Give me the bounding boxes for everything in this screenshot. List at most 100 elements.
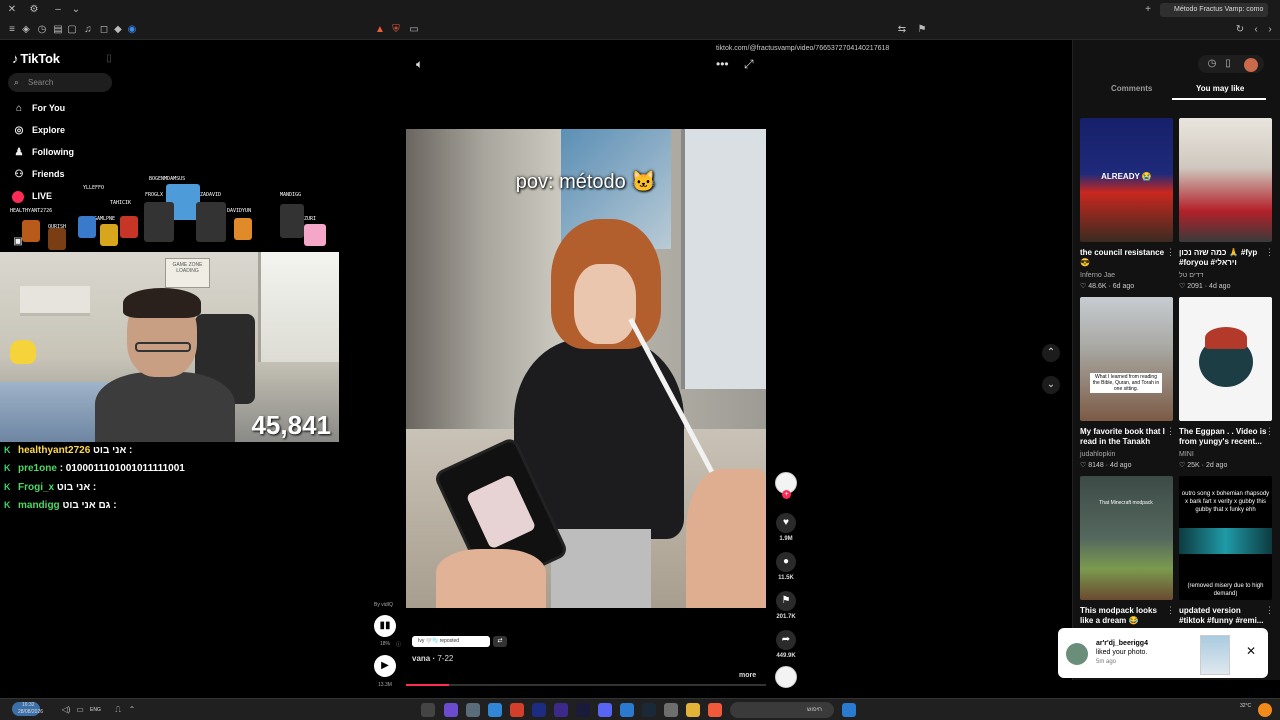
clock-date[interactable]: 28/08/2026: [18, 709, 43, 715]
tray-overflow-icon[interactable]: ⌃: [126, 704, 138, 716]
share-action[interactable]: ➦ 449.9K: [776, 630, 796, 659]
card-more-icon[interactable]: ⋮: [1166, 247, 1175, 258]
like-notification[interactable]: ar'r'dj_beerigg4 liked your photo. 5m ag…: [1058, 628, 1268, 678]
tab-comments[interactable]: Comments: [1111, 84, 1152, 93]
like-action[interactable]: ♥ 1.9M: [776, 513, 796, 542]
nav-explore[interactable]: ◎ Explore: [12, 123, 65, 137]
forward-icon[interactable]: ›: [1264, 24, 1276, 36]
comment-action[interactable]: ● 11.5K: [776, 552, 796, 581]
app-icon[interactable]: [576, 703, 590, 717]
app-icon[interactable]: [444, 703, 458, 717]
play-button[interactable]: ▶: [374, 655, 396, 677]
folder-icon[interactable]: [686, 703, 700, 717]
music-disc-avatar[interactable]: [775, 666, 797, 688]
comment-icon[interactable]: ●: [776, 552, 796, 572]
card-more-icon[interactable]: ⋮: [1166, 605, 1175, 616]
app-icon[interactable]: [620, 703, 634, 717]
video-card-thumbnail[interactable]: ALREADY 😭: [1080, 118, 1173, 242]
app-icon[interactable]: [664, 703, 678, 717]
diamond-icon[interactable]: ◆: [112, 24, 124, 36]
follow-plus-icon[interactable]: +: [782, 490, 791, 499]
clock-icon[interactable]: ◷: [1206, 58, 1218, 70]
video-card-thumbnail[interactable]: [1179, 118, 1272, 242]
tab-you-may-like[interactable]: You may like: [1196, 84, 1244, 93]
back-icon[interactable]: ‹: [1250, 24, 1262, 36]
video-card-title[interactable]: כמה שזה נכון 🙏 #fyp #foryou #ויראלי: [1179, 248, 1267, 268]
video-card-title[interactable]: updated version #tiktok #funny #remi...: [1179, 606, 1267, 626]
nav-for-you[interactable]: ⌂ For You: [12, 101, 65, 115]
minimize-icon[interactable]: –: [52, 4, 64, 16]
discord-icon[interactable]: [598, 703, 612, 717]
creator-avatar[interactable]: +: [775, 472, 797, 499]
volume-icon[interactable]: 🔈︎: [416, 57, 423, 72]
more-options-icon[interactable]: •••: [716, 57, 729, 71]
app-icon[interactable]: [554, 703, 568, 717]
start-icon[interactable]: [842, 703, 856, 717]
video-card-title[interactable]: the council resistance 😎: [1080, 248, 1168, 268]
app-icon[interactable]: [488, 703, 502, 717]
shield-icon[interactable]: ◈: [20, 24, 32, 36]
app-icon[interactable]: [510, 703, 524, 717]
video-author-line[interactable]: vana · 7-22: [412, 654, 453, 663]
next-video-button[interactable]: ⌄: [1042, 376, 1060, 394]
volume-tray-icon[interactable]: ◁): [60, 704, 72, 716]
repost-icon[interactable]: ⇄: [493, 636, 507, 647]
video-card-title[interactable]: My favorite book that I read in the Tana…: [1080, 427, 1168, 447]
card-more-icon[interactable]: ⋮: [1265, 247, 1274, 258]
share-icon[interactable]: ➦: [776, 630, 796, 650]
profile-avatar[interactable]: [1244, 58, 1258, 72]
tiktok-logo[interactable]: ♪ TikTok: [12, 51, 60, 66]
video-card-author[interactable]: Inferno Jae: [1080, 272, 1115, 279]
app-icon[interactable]: [466, 703, 480, 717]
more-link[interactable]: more: [739, 672, 756, 679]
tabs-icon[interactable]: ▢: [66, 24, 78, 36]
heart-icon[interactable]: ♥: [776, 513, 796, 533]
bookmark-icon[interactable]: ⚑: [776, 591, 796, 611]
video-card-thumbnail[interactable]: What I learned from reading the Bible, Q…: [1080, 297, 1173, 421]
video-player[interactable]: pov: método 🐱: [406, 129, 766, 608]
card-more-icon[interactable]: ⋮: [1265, 605, 1274, 616]
extension-icon[interactable]: ◉: [126, 24, 138, 36]
search-input[interactable]: ⌕ Search: [8, 73, 112, 92]
mic-tray-icon[interactable]: ⎍: [112, 704, 124, 716]
close-window-icon[interactable]: ✕: [6, 4, 18, 16]
music-icon[interactable]: ♫: [82, 24, 94, 36]
video-card-title[interactable]: The Eggpan . . Video is from yungy's rec…: [1179, 427, 1267, 447]
video-card-author[interactable]: judahlopkin: [1080, 451, 1115, 458]
info-icon[interactable]: ⓘ: [396, 641, 401, 648]
history-icon[interactable]: ◷: [36, 24, 48, 36]
warning-icon[interactable]: ▲: [374, 24, 386, 36]
cast-icon[interactable]: ▭: [408, 24, 420, 36]
network-tray-icon[interactable]: ▭: [74, 704, 86, 716]
close-icon[interactable]: ✕: [1246, 644, 1256, 658]
brave-shield-icon[interactable]: ⛨: [390, 24, 402, 36]
settings-icon[interactable]: ⚙: [28, 4, 40, 16]
video-card-thumbnail[interactable]: outro song x bohemian rhapsody x bark fa…: [1179, 476, 1272, 600]
chevron-down-icon[interactable]: ⌄: [70, 4, 82, 16]
fullscreen-icon[interactable]: ⤢: [744, 57, 754, 72]
new-tab-icon[interactable]: +: [1142, 4, 1154, 16]
video-card-title[interactable]: This modpack looks like a dream 😂 #minec…: [1080, 606, 1168, 626]
url-field[interactable]: tiktok.com/@fractusvamp/video/7665372704…: [716, 45, 889, 52]
app-icon[interactable]: [532, 703, 546, 717]
save-action[interactable]: ⚑ 201.7K: [776, 591, 796, 620]
video-card-thumbnail[interactable]: [1179, 297, 1272, 421]
device-icon[interactable]: ▯: [1222, 58, 1234, 70]
card-more-icon[interactable]: ⋮: [1265, 426, 1274, 437]
menu-icon[interactable]: ≡: [6, 24, 18, 36]
brave-icon[interactable]: [708, 703, 722, 717]
language-indicator[interactable]: ENG: [90, 707, 101, 713]
video-card-author[interactable]: MINI: [1179, 451, 1194, 458]
sidebar-icon[interactable]: ▤: [52, 24, 64, 36]
video-progress[interactable]: [406, 684, 766, 686]
repost-badge[interactable]: Ivy 🤍🫧 reposted: [412, 636, 490, 647]
steam-icon[interactable]: [642, 703, 656, 717]
weather-temp[interactable]: 32°C: [1240, 703, 1251, 709]
vidiq-stats-button[interactable]: ▮▮: [374, 615, 396, 637]
clock-time[interactable]: 16:32: [22, 702, 35, 708]
active-tab[interactable]: Método Fractus Vamp: como: [1160, 3, 1268, 17]
chat-icon[interactable]: ◻: [98, 24, 110, 36]
previous-video-button[interactable]: ⌃: [1042, 344, 1060, 362]
nav-following[interactable]: ♟ Following: [12, 145, 74, 159]
taskbar-search[interactable]: חיפוש: [730, 702, 834, 718]
